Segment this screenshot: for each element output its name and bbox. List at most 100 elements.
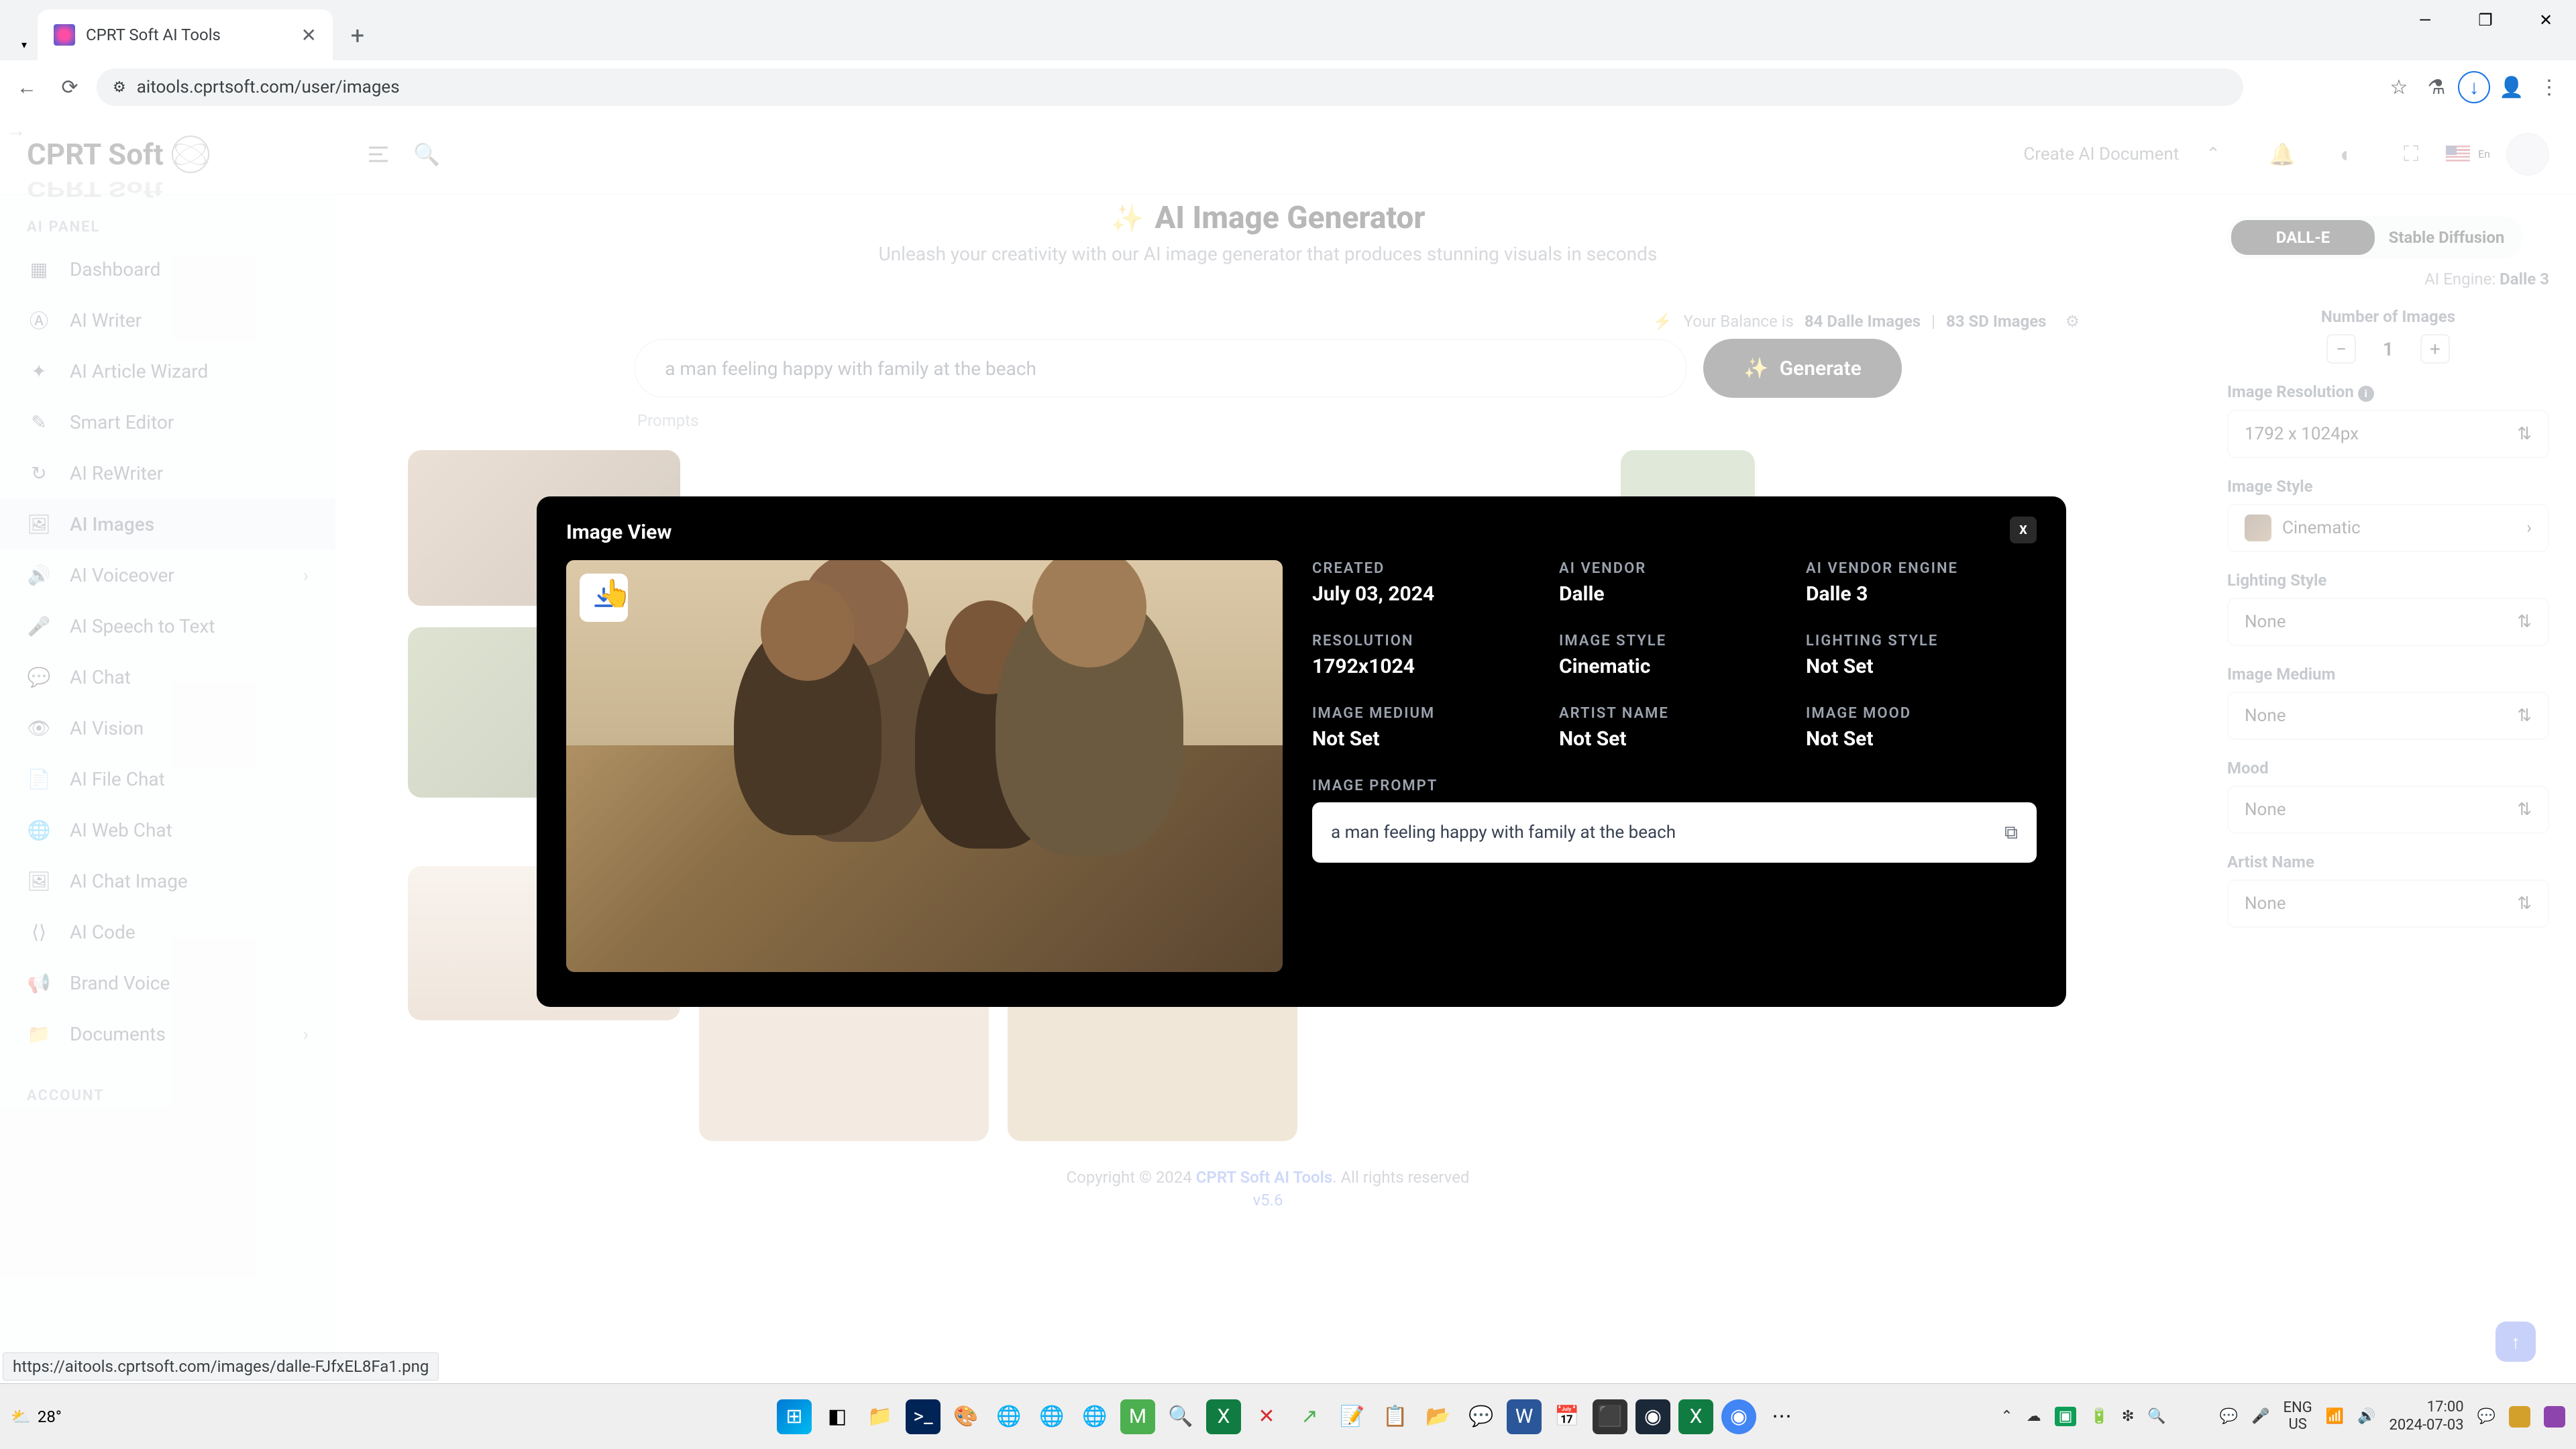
wifi-icon[interactable]: 📶 — [2326, 1408, 2344, 1425]
sidebar-item-speech-to-text[interactable]: 🎤AI Speech to Text — [0, 600, 335, 651]
sidebar-item-article-wizard[interactable]: ✦AI Article Wizard — [0, 345, 335, 396]
sidebar-item-brand-voice[interactable]: 📢Brand Voice — [0, 957, 335, 1008]
excel2-icon[interactable]: X — [1678, 1399, 1713, 1434]
terminal-icon[interactable]: >_ — [906, 1399, 941, 1434]
folder-icon[interactable]: 📂 — [1421, 1399, 1456, 1434]
sidebar-item-ai-chat[interactable]: 💬AI Chat — [0, 651, 335, 702]
window-close-button[interactable]: ✕ — [2516, 0, 2576, 40]
tab-search-dropdown[interactable]: ▾ — [11, 31, 38, 58]
volume-icon[interactable]: 🔊 — [2357, 1408, 2375, 1425]
create-document-dropdown[interactable]: Create AI Document⌃ — [2007, 136, 2237, 172]
sidebar-item-rewriter[interactable]: ↻AI ReWriter — [0, 447, 335, 498]
site-info-icon[interactable]: ⚙ — [113, 79, 126, 96]
more-apps-icon[interactable]: ⋯ — [1764, 1399, 1799, 1434]
window-maximize-button[interactable]: ❐ — [2455, 0, 2516, 40]
app6-icon[interactable]: ⬛ — [1593, 1399, 1627, 1434]
sidebar-item-smart-editor[interactable]: ✎Smart Editor — [0, 396, 335, 447]
decrease-button[interactable]: − — [2326, 334, 2356, 364]
chrome3-icon[interactable]: 🌐 — [1077, 1399, 1112, 1434]
logo[interactable]: CPRT Soft CPRT Soft — [27, 136, 349, 173]
file-explorer-icon[interactable]: 📁 — [863, 1399, 898, 1434]
chromium-icon[interactable]: ◉ — [1721, 1399, 1756, 1434]
tray-app3-icon[interactable]: 🔍 — [2147, 1408, 2165, 1425]
downloads-icon[interactable]: ↓ — [2458, 71, 2490, 103]
word-icon[interactable]: W — [1507, 1399, 1542, 1434]
settings-icon[interactable]: ⚙ — [2065, 312, 2080, 331]
profile-icon[interactable]: 👤 — [2496, 71, 2528, 103]
info-icon[interactable]: i — [2358, 386, 2374, 402]
sidebar-item-dashboard[interactable]: ▦Dashboard — [0, 244, 335, 294]
tray-chevron-icon[interactable]: ⌃ — [2000, 1408, 2012, 1425]
search-icon[interactable]: 🔍 — [408, 136, 445, 173]
copilot-icon[interactable]: 🎨 — [949, 1399, 983, 1434]
tray-app-icon[interactable]: ▣ — [2055, 1407, 2077, 1426]
excel-icon[interactable]: X — [1206, 1399, 1241, 1434]
taskbar-weather[interactable]: ⛅ 28° — [11, 1407, 62, 1426]
labs-icon[interactable]: ⚗ — [2420, 71, 2453, 103]
window-minimize-button[interactable]: — — [2395, 0, 2455, 40]
pill-stable-diffusion[interactable]: Stable Diffusion — [2375, 220, 2518, 255]
onedrive-icon[interactable]: ☁ — [2027, 1408, 2041, 1425]
language-indicator[interactable]: ENGUS — [2284, 1400, 2312, 1432]
app4-icon[interactable]: 📋 — [1378, 1399, 1413, 1434]
new-tab-button[interactable]: + — [341, 19, 374, 52]
bookmark-icon[interactable]: ☆ — [2383, 71, 2415, 103]
back-button[interactable]: ← — [11, 71, 43, 103]
chrome-icon[interactable]: 🌐 — [991, 1399, 1026, 1434]
mood-select[interactable]: None⇅ — [2227, 786, 2549, 834]
steam-icon[interactable]: ◉ — [1635, 1399, 1670, 1434]
browser-menu-icon[interactable]: ⋮ — [2533, 71, 2565, 103]
tab-close-icon[interactable]: ✕ — [301, 24, 317, 46]
sidebar-item-web-chat[interactable]: 🌐AI Web Chat — [0, 804, 335, 855]
footer-link[interactable]: CPRT Soft AI Tools — [1196, 1168, 1332, 1187]
url-input[interactable]: ⚙ aitools.cprtsoft.com/user/images — [97, 68, 2243, 106]
task-view-icon[interactable]: ◧ — [820, 1399, 855, 1434]
battery-icon[interactable]: 🔋 — [2090, 1408, 2108, 1425]
app2-icon[interactable]: ✕ — [1249, 1399, 1284, 1434]
sidebar-item-voiceover[interactable]: 🔊AI Voiceover› — [0, 549, 335, 600]
atom-icon — [172, 136, 209, 173]
sidebar-item-ai-code[interactable]: ⟨⟩AI Code — [0, 906, 335, 957]
increase-button[interactable]: + — [2420, 334, 2450, 364]
start-button[interactable]: ⊞ — [777, 1399, 812, 1434]
style-select[interactable]: Cinematic› — [2227, 504, 2549, 552]
chrome2-icon[interactable]: 🌐 — [1034, 1399, 1069, 1434]
notepad-icon[interactable]: 📝 — [1335, 1399, 1370, 1434]
reload-button[interactable]: ⟳ — [54, 71, 86, 103]
sidebar-item-file-chat[interactable]: 📄AI File Chat — [0, 753, 335, 804]
language-selector[interactable]: En — [2446, 146, 2490, 163]
tray-app2-icon[interactable]: ❇ — [2122, 1408, 2134, 1425]
sidebar-item-chat-image[interactable]: 🖼AI Chat Image — [0, 855, 335, 906]
scroll-to-top-button[interactable]: ↑ — [2496, 1322, 2536, 1362]
prompt-input[interactable] — [634, 339, 1687, 398]
tray-end-icon[interactable] — [2509, 1406, 2530, 1428]
modal-close-button[interactable]: X — [2010, 517, 2037, 543]
resolution-select[interactable]: 1792 x 1024px⇅ — [2227, 410, 2549, 458]
medium-select[interactable]: None⇅ — [2227, 692, 2549, 740]
tray-app4-icon[interactable]: 💬 — [2220, 1408, 2238, 1425]
notifications-tray-icon[interactable]: 💬 — [2477, 1408, 2496, 1425]
sidebar-item-ai-images[interactable]: 🖼AI Images — [0, 498, 335, 549]
calendar-icon[interactable]: 📅 — [1550, 1399, 1585, 1434]
pill-dalle[interactable]: DALL-E — [2231, 220, 2375, 255]
tray-end2-icon[interactable] — [2544, 1406, 2565, 1428]
sidebar-toggle-icon[interactable] — [360, 136, 397, 173]
sidebar-item-documents[interactable]: 📁Documents› — [0, 1008, 335, 1059]
clock[interactable]: 17:002024-07-03 — [2390, 1399, 2464, 1434]
everything-icon[interactable]: 🔍 — [1163, 1399, 1198, 1434]
mic-tray-icon[interactable]: 🎤 — [2251, 1408, 2269, 1425]
app5-icon[interactable]: 💬 — [1464, 1399, 1499, 1434]
artist-select[interactable]: None⇅ — [2227, 879, 2549, 928]
browser-tab[interactable]: CPRT Soft AI Tools ✕ — [38, 9, 333, 60]
sidebar-item-ai-writer[interactable]: ⒶAI Writer — [0, 294, 335, 345]
generate-button[interactable]: ✨ Generate — [1703, 339, 1901, 398]
sidebar-item-ai-vision[interactable]: 👁AI Vision — [0, 702, 335, 753]
fullscreen-icon[interactable]: ⛶ — [2392, 136, 2430, 173]
notifications-icon[interactable]: 🔔 — [2263, 136, 2301, 173]
lighting-select[interactable]: None⇅ — [2227, 598, 2549, 646]
app-icon[interactable]: M — [1120, 1399, 1155, 1434]
user-avatar[interactable] — [2506, 133, 2549, 176]
dark-mode-icon[interactable]: ◐ — [2328, 136, 2365, 173]
app3-icon[interactable]: ↗ — [1292, 1399, 1327, 1434]
copy-icon[interactable]: ⧉ — [2004, 821, 2018, 844]
